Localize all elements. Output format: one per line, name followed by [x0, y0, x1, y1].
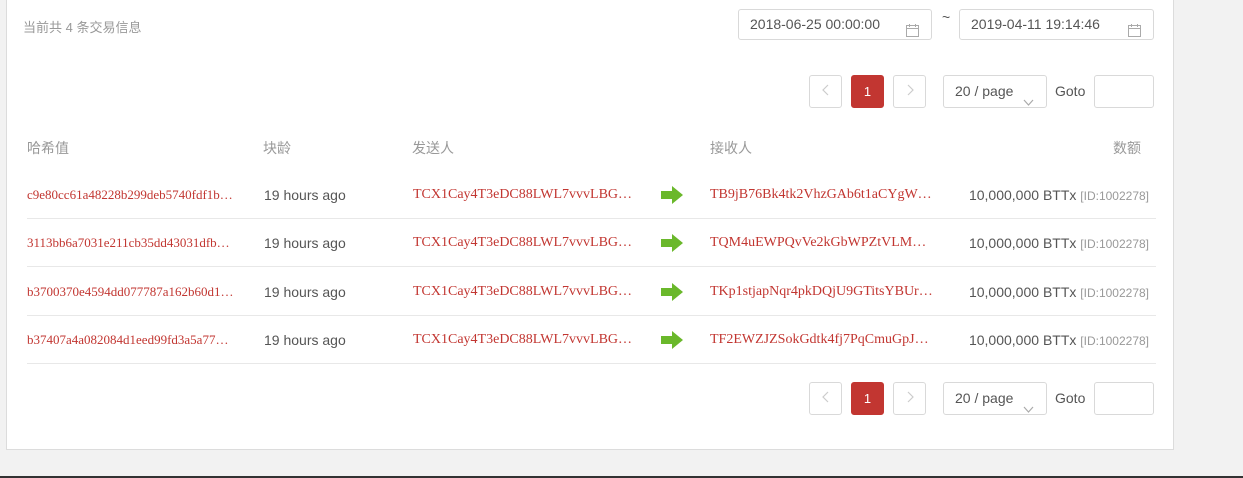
block-age: 19 hours ago	[264, 332, 346, 348]
sender-address-link[interactable]: TCX1Cay4T3eDC88LWL7vvvLBG…	[413, 219, 635, 267]
header-hash: 哈希值	[27, 140, 69, 156]
tx-hash-link[interactable]: 3113bb6a7031e211cb35dd43031dfb…	[27, 219, 249, 267]
token-id: [ID:1002278]	[1080, 189, 1149, 203]
amount-value: 10,000,000	[968, 235, 1040, 251]
next-page-button[interactable]	[893, 75, 926, 108]
receiver-address-link[interactable]: TB9jB76Bk4tk2VhzGAb6t1aCYgW…	[710, 171, 934, 219]
token-link[interactable]: BTTx	[1043, 187, 1076, 203]
arrow-right-icon	[661, 283, 683, 301]
chevron-right-icon	[906, 390, 914, 408]
block-age: 19 hours ago	[264, 235, 346, 251]
prev-page-button[interactable]	[809, 382, 842, 415]
chevron-left-icon	[821, 83, 830, 101]
goto-label: Goto	[1055, 390, 1086, 406]
page-size-value: 20 / page	[955, 390, 1014, 406]
calendar-icon	[1128, 18, 1141, 47]
amount-cell: 10,000,000 BTTx [ID:1002278]	[969, 316, 1149, 365]
table-row: c9e80cc61a48228b299deb5740fdf1b… 19 hour…	[27, 171, 1156, 219]
tx-hash-link[interactable]: b37407a4a082084d1eed99fd3a5a77…	[27, 316, 249, 364]
tx-hash-link[interactable]: c9e80cc61a48228b299deb5740fdf1b…	[27, 171, 249, 219]
page-size-select[interactable]: 20 / page	[943, 75, 1047, 108]
page-size-select[interactable]: 20 / page	[943, 382, 1047, 415]
token-link[interactable]: BTTx	[1043, 332, 1076, 348]
calendar-icon	[906, 18, 919, 47]
token-id: [ID:1002278]	[1080, 237, 1149, 251]
block-age: 19 hours ago	[264, 284, 346, 300]
table-row: b3700370e4594dd077787a162b60d1… 19 hours…	[27, 268, 1156, 316]
chevron-left-icon	[821, 390, 830, 408]
date-range-separator: ~	[942, 9, 951, 25]
amount-cell: 10,000,000 BTTx [ID:1002278]	[969, 171, 1149, 220]
table-row: b37407a4a082084d1eed99fd3a5a77… 19 hours…	[27, 316, 1156, 364]
receiver-address-link[interactable]: TF2EWZJZSokGdtk4fj7PqCmuGpJ…	[710, 316, 934, 364]
table-row: 3113bb6a7031e211cb35dd43031dfb… 19 hours…	[27, 219, 1156, 267]
amount-cell: 10,000,000 BTTx [ID:1002278]	[969, 268, 1149, 317]
receiver-address-link[interactable]: TQM4uEWPQvVe2kGbWPZtVLM…	[710, 219, 934, 267]
token-link[interactable]: BTTx	[1043, 284, 1076, 300]
pagination-bottom: 1 20 / page Goto	[7, 382, 1175, 415]
arrow-right-icon	[661, 234, 683, 252]
page-1-button[interactable]: 1	[851, 75, 884, 108]
arrow-right-icon	[661, 186, 683, 204]
arrow-right-icon	[661, 331, 683, 349]
token-id: [ID:1002278]	[1080, 286, 1149, 300]
end-date-value: 2019-04-11 19:14:46	[971, 16, 1100, 32]
pagination-top: 1 20 / page Goto	[7, 75, 1175, 108]
transaction-count-summary: 当前共 4 条交易信息	[23, 20, 142, 35]
page-size-value: 20 / page	[955, 83, 1014, 99]
goto-page-input[interactable]	[1094, 75, 1154, 108]
tx-hash-link[interactable]: b3700370e4594dd077787a162b60d1…	[27, 268, 249, 316]
receiver-address-link[interactable]: TKp1stjapNqr4pkDQjU9GTitsYBUr…	[710, 268, 934, 316]
chevron-right-icon	[906, 83, 914, 101]
goto-label: Goto	[1055, 83, 1086, 99]
block-age: 19 hours ago	[264, 187, 346, 203]
sender-address-link[interactable]: TCX1Cay4T3eDC88LWL7vvvLBG…	[413, 268, 635, 316]
sender-address-link[interactable]: TCX1Cay4T3eDC88LWL7vvvLBG…	[413, 316, 635, 364]
start-date-picker[interactable]: 2018-06-25 00:00:00	[738, 9, 932, 40]
chevron-down-icon	[1023, 393, 1034, 424]
token-id: [ID:1002278]	[1080, 334, 1149, 348]
start-date-value: 2018-06-25 00:00:00	[750, 16, 880, 32]
token-link[interactable]: BTTx	[1043, 235, 1076, 251]
amount-value: 10,000,000	[968, 284, 1040, 300]
sender-address-link[interactable]: TCX1Cay4T3eDC88LWL7vvvLBG…	[413, 171, 635, 219]
header-from: 发送人	[412, 140, 454, 156]
header-amount: 数额	[1113, 140, 1141, 156]
transactions-panel: 当前共 4 条交易信息 2018-06-25 00:00:00 ~ 2019-0…	[6, 0, 1174, 450]
chevron-down-icon	[1023, 86, 1034, 117]
amount-value: 10,000,000	[968, 332, 1040, 348]
amount-cell: 10,000,000 BTTx [ID:1002278]	[969, 219, 1149, 268]
amount-value: 10,000,000	[968, 187, 1040, 203]
header-age: 块龄	[263, 140, 291, 156]
next-page-button[interactable]	[893, 382, 926, 415]
page-1-button[interactable]: 1	[851, 382, 884, 415]
end-date-picker[interactable]: 2019-04-11 19:14:46	[959, 9, 1154, 40]
header-to: 接收人	[710, 140, 752, 156]
goto-page-input[interactable]	[1094, 382, 1154, 415]
prev-page-button[interactable]	[809, 75, 842, 108]
